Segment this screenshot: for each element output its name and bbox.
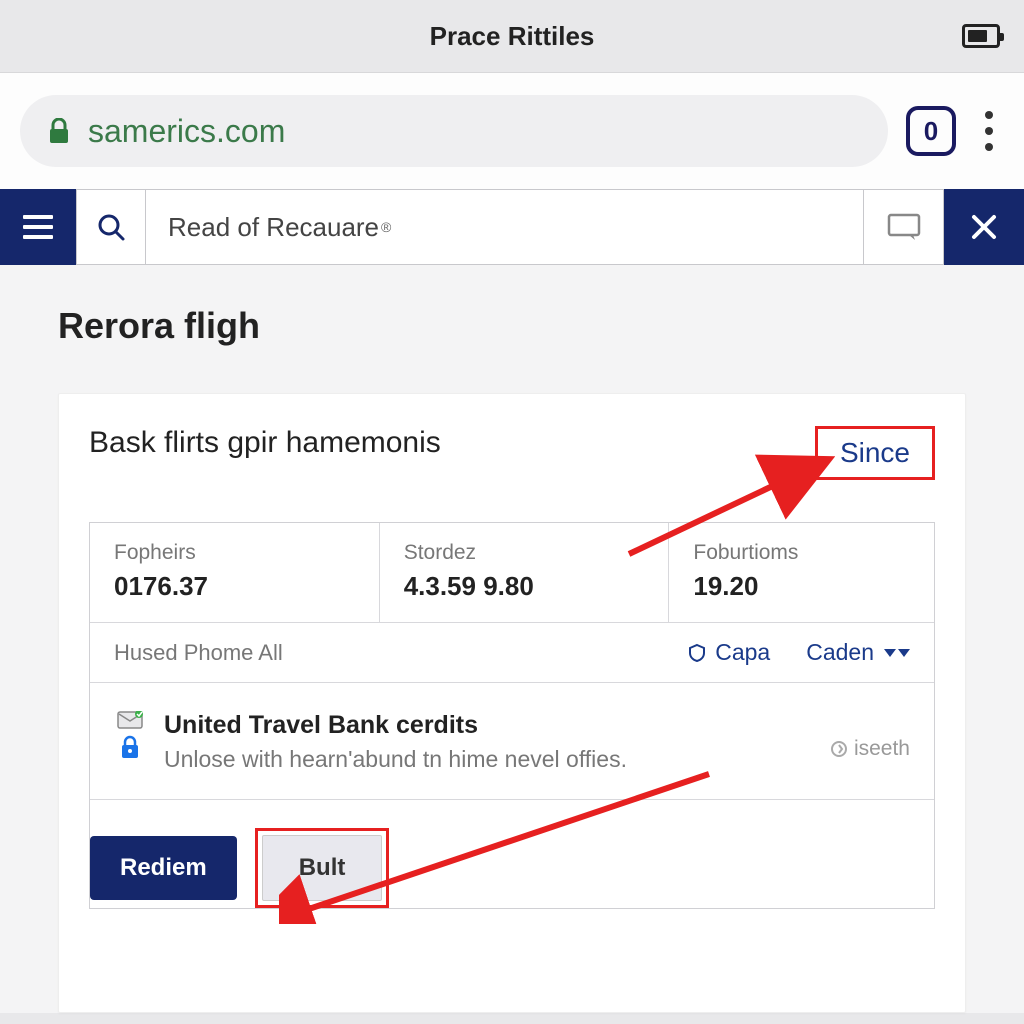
system-status-bar: Prace Rittiles — [0, 0, 1024, 73]
stat-value: 0176.37 — [114, 571, 355, 602]
stat-item: Stordez 4.3.59 9.80 — [380, 523, 670, 622]
padlock-icon — [119, 735, 141, 759]
filter-label: Hused Phome All — [114, 640, 283, 666]
flight-card: Bask flirts gpir hamemonis Since Fopheir… — [58, 393, 966, 1013]
system-title: Prace Rittiles — [430, 21, 595, 52]
card-actions: Rediem Bult — [90, 800, 934, 908]
lock-icon — [48, 118, 70, 144]
capa-link[interactable]: Capa — [687, 639, 770, 666]
card-title: Bask flirts gpir hamemonis — [89, 426, 441, 460]
overflow-menu-button[interactable] — [974, 106, 1004, 156]
stat-item: Fopheirs 0176.37 — [90, 523, 380, 622]
search-icon-button[interactable] — [76, 189, 146, 265]
stat-label: Fopheirs — [114, 541, 355, 565]
stat-label: Stordez — [404, 541, 645, 565]
close-button[interactable] — [944, 189, 1024, 265]
address-pill[interactable]: samerics.com — [20, 95, 888, 167]
credit-right-label: iseeth — [830, 737, 910, 761]
chevron-down-icon — [884, 649, 910, 657]
credit-item: United Travel Bank cerdits Unlose with h… — [90, 683, 934, 800]
page-title: Rerora fligh — [58, 305, 966, 347]
stats-box: Fopheirs 0176.37 Stordez 4.3.59 9.80 Fob… — [89, 522, 935, 909]
credit-description: Unlose with hearn'abund tn hime nevel of… — [164, 744, 812, 775]
tab-count-button[interactable]: 0 — [906, 106, 956, 156]
hamburger-menu-button[interactable] — [0, 189, 76, 265]
credit-icons — [114, 711, 146, 759]
site-search-input[interactable]: Read of Recauare® — [146, 189, 864, 265]
main-content: Rerora fligh Bask flirts gpir hamemonis … — [0, 265, 1024, 1013]
url-text: samerics.com — [88, 113, 285, 150]
bult-highlight: Bult — [255, 828, 390, 908]
credit-title: United Travel Bank cerdits — [164, 711, 812, 740]
battery-icon — [962, 24, 1000, 48]
caden-label: Caden — [806, 639, 874, 666]
since-button[interactable]: Since — [815, 426, 935, 480]
stat-value: 19.20 — [693, 571, 910, 602]
caden-dropdown[interactable]: Caden — [806, 639, 910, 666]
redeem-button[interactable]: Rediem — [90, 836, 237, 900]
site-search-placeholder: Read of Recauare — [168, 212, 379, 243]
filter-row: Hused Phome All Capa Caden — [90, 622, 934, 683]
bult-button[interactable]: Bult — [262, 835, 383, 901]
browser-address-bar: samerics.com 0 — [0, 73, 1024, 189]
site-nav-bar: Read of Recauare® — [0, 189, 1024, 265]
circle-icon — [830, 740, 848, 758]
envelope-icon — [117, 711, 143, 729]
stat-item: Foburtioms 19.20 — [669, 523, 934, 622]
chat-icon-button[interactable] — [864, 189, 944, 265]
capa-label: Capa — [715, 639, 770, 666]
tab-count-value: 0 — [924, 116, 938, 147]
stat-value: 4.3.59 9.80 — [404, 571, 645, 602]
shield-icon — [687, 643, 707, 663]
stat-label: Foburtioms — [693, 541, 910, 565]
